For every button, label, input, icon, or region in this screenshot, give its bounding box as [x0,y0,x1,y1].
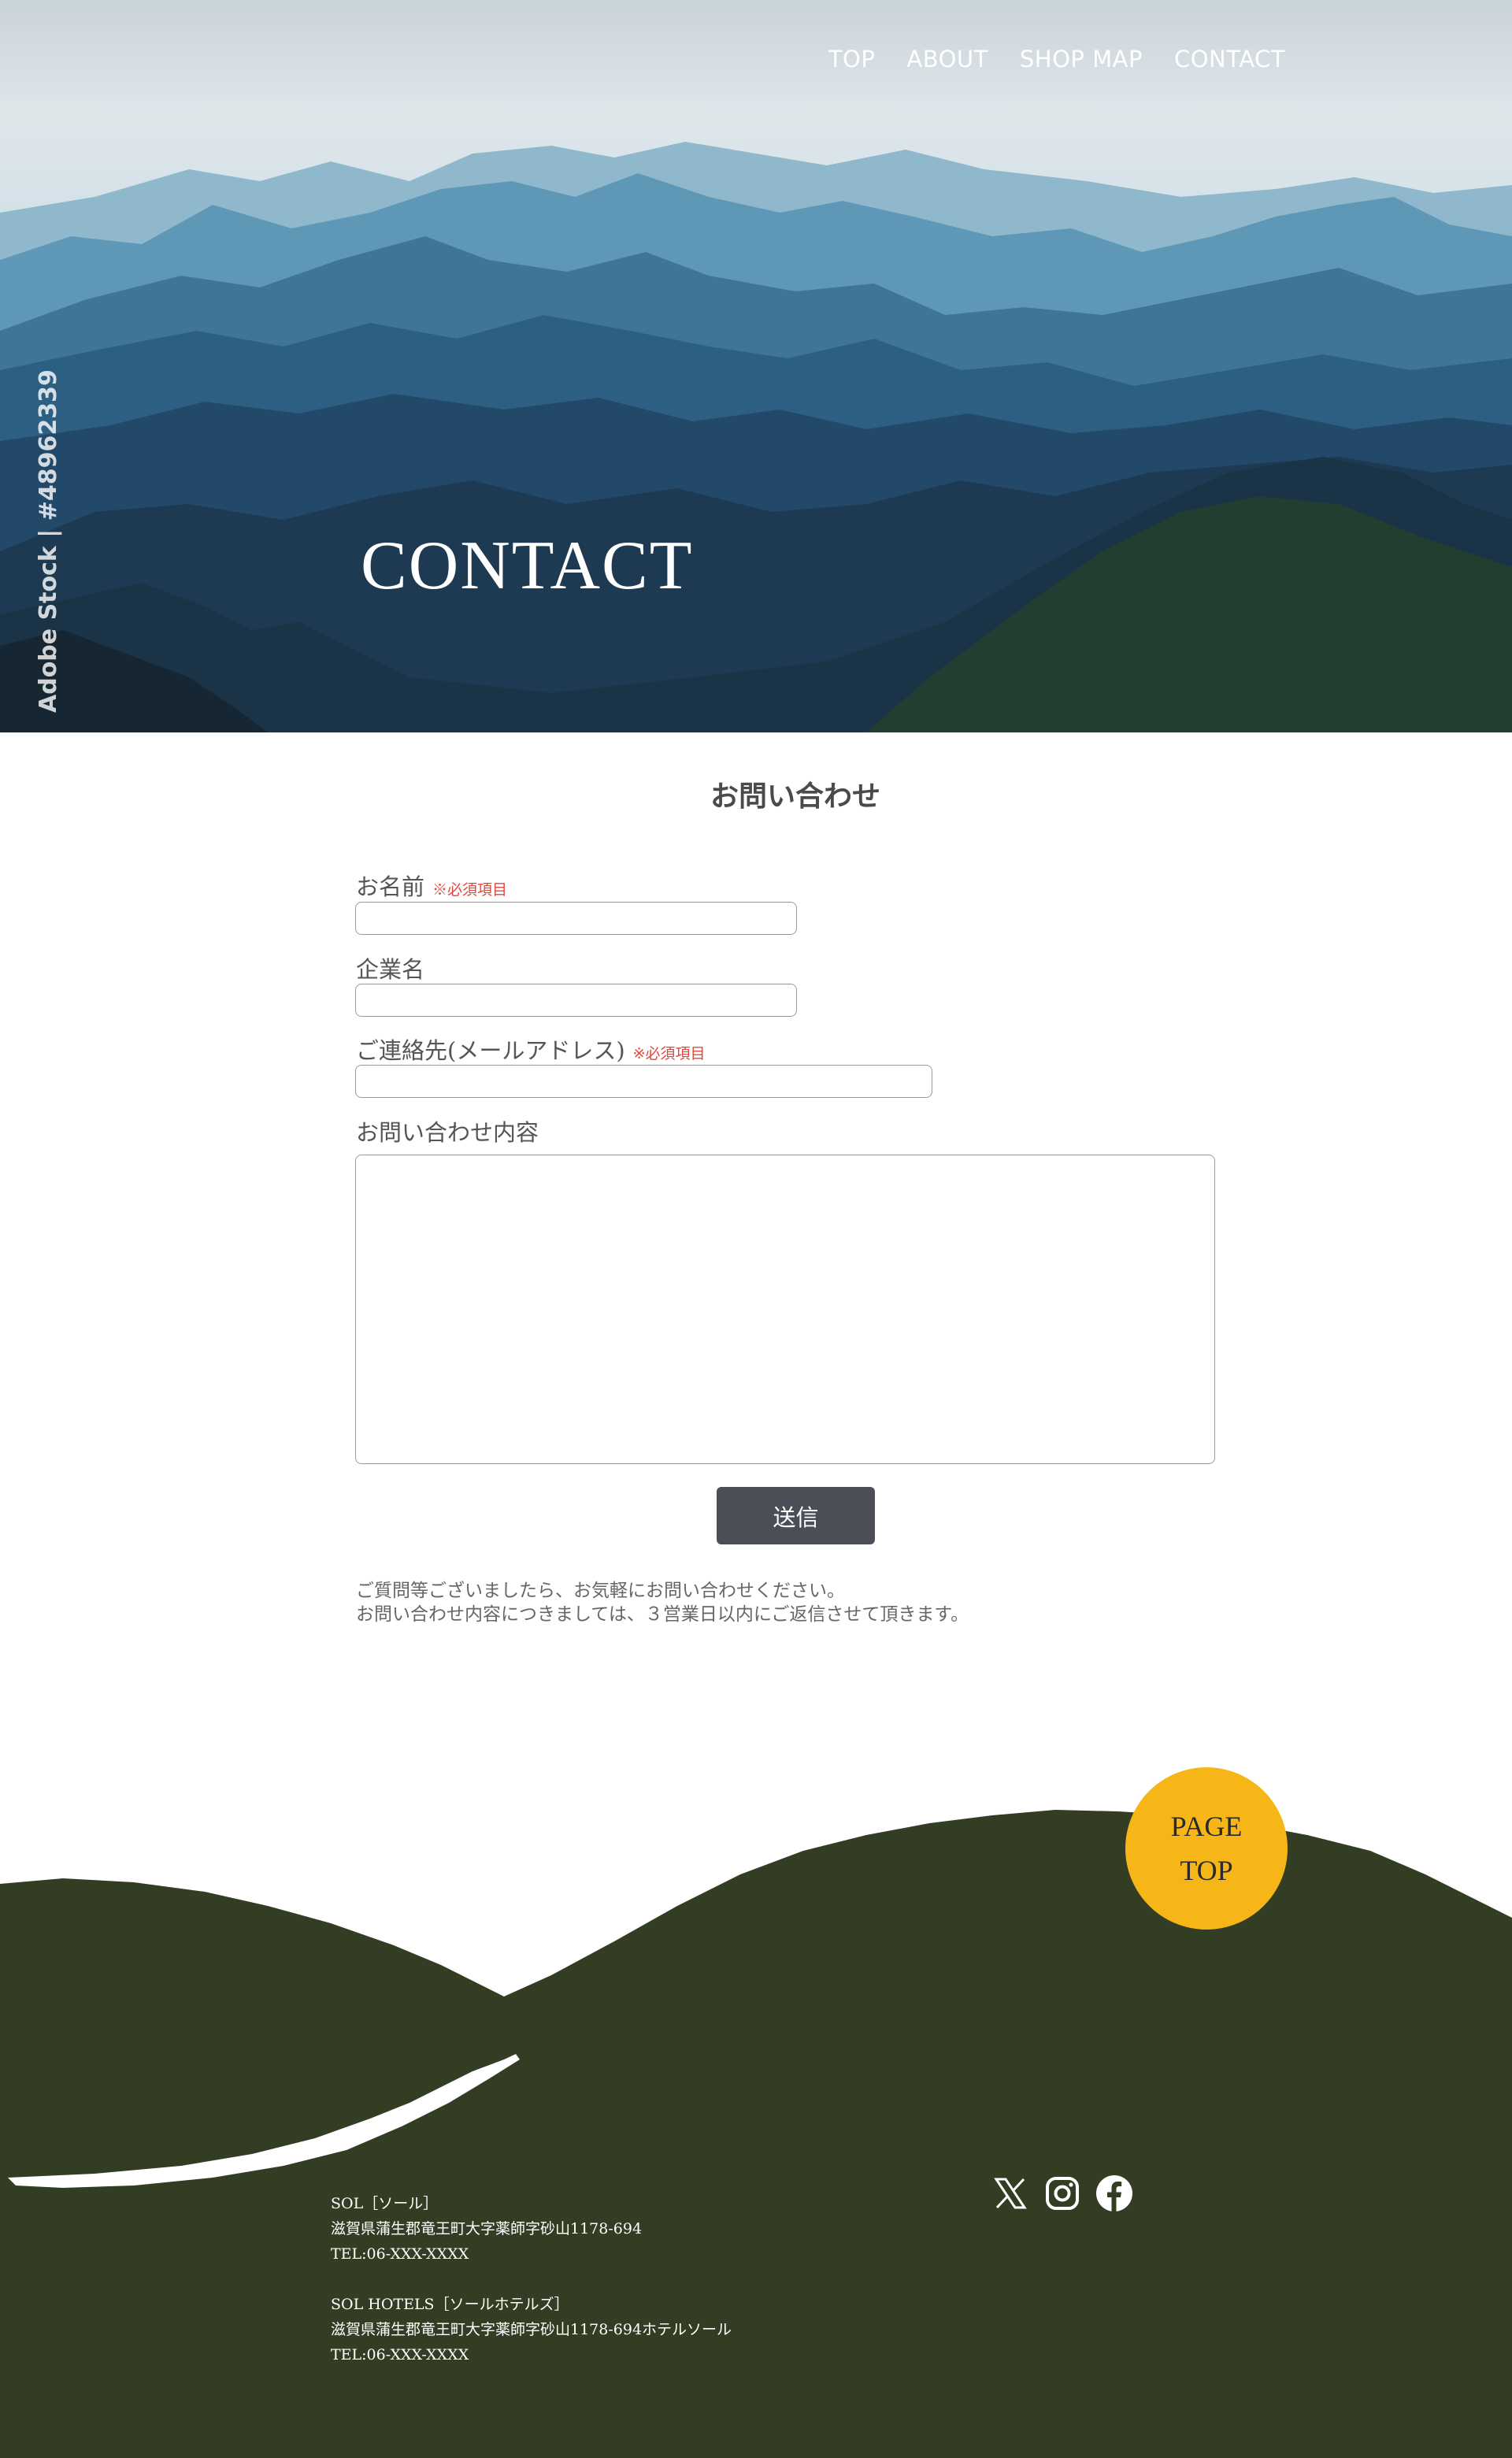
stock-watermark: Adobe Stock | #48962339 [35,369,62,713]
global-nav: TOP ABOUT SHOP MAP CONTACT [828,46,1285,72]
contact-heading: お問い合わせ [710,780,880,813]
name-label-text: お名前 [356,873,425,900]
social-links [991,2174,1134,2213]
page-top-button[interactable]: PAGE TOP [1124,1766,1289,1931]
hotels-address: 滋賀県蒲生郡竜王町大字薬師字砂山1178-694ホテルソール [331,2321,732,2338]
note-line-1: ご質問等ございましたら、お気軽にお問い合わせください。 [356,1581,845,1601]
instagram-icon[interactable] [1043,2174,1082,2213]
email-label-text: ご連絡先(メールアドレス) [356,1037,625,1064]
email-input[interactable] [355,1065,932,1098]
email-label: ご連絡先(メールアドレス) ※必須項目 [356,1033,706,1066]
x-icon[interactable] [991,2174,1030,2213]
nav-item-shop-map[interactable]: SHOP MAP [1020,46,1143,72]
name-label: お名前 ※必須項目 [356,869,507,902]
footer-sol-info: SOL［ソール］ 滋賀県蒲生郡竜王町大字薬師字砂山1178-694 TEL:06… [331,2191,642,2267]
submit-button[interactable]: 送信 [717,1487,875,1544]
facebook-icon[interactable] [1095,2174,1134,2213]
footer-hotels-info: SOL HOTELS［ソールホテルズ］ 滋賀県蒲生郡竜王町大字薬師字砂山1178… [331,2292,732,2367]
sol-name: SOL［ソール］ [331,2195,439,2212]
form-note: ご質問等ございましたら、お気軽にお問い合わせください。 お問い合わせ内容につきま… [356,1579,969,1626]
page-title: CONTACT [361,528,694,604]
message-textarea[interactable] [355,1155,1215,1464]
required-mark: ※必須項目 [432,881,508,899]
mountain-landscape-image [0,0,1512,732]
note-line-2: お問い合わせ内容につきましては、３営業日以内にご返信させて頂きます。 [356,1604,969,1625]
page-top-line-1: PAGE [1170,1811,1243,1842]
required-mark: ※必須項目 [632,1045,706,1062]
sol-tel: TEL:06-XXX-XXXX [331,2245,469,2263]
hero-banner: Adobe Stock | #48962339 TOP ABOUT SHOP M… [0,0,1512,732]
nav-item-about[interactable]: ABOUT [906,46,988,72]
company-input[interactable] [355,984,797,1017]
nav-item-contact[interactable]: CONTACT [1174,46,1285,72]
hotels-name: SOL HOTELS［ソールホテルズ］ [331,2296,569,2313]
hotels-tel: TEL:06-XXX-XXXX [331,2346,469,2363]
page-top-line-2: TOP [1180,1855,1233,1886]
name-input[interactable] [355,902,797,935]
company-label: 企業名 [356,956,425,983]
nav-item-top[interactable]: TOP [828,46,876,72]
sol-address: 滋賀県蒲生郡竜王町大字薬師字砂山1178-694 [331,2220,643,2237]
message-label: お問い合わせ内容 [356,1119,539,1146]
